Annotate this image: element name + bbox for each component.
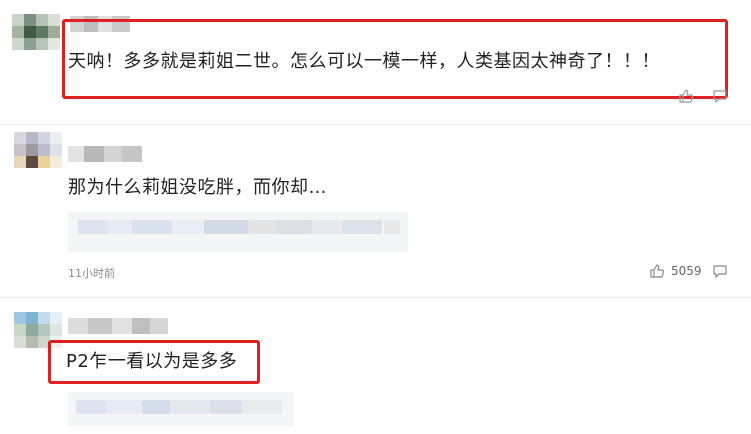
comment-icon[interactable]: [712, 263, 728, 279]
avatar[interactable]: [14, 132, 62, 178]
comment-icon[interactable]: [712, 88, 728, 104]
comment-text: P2乍一看以为是多多: [66, 351, 238, 372]
divider: [0, 297, 751, 298]
thumbs-up-icon: [649, 263, 665, 279]
timestamp: 11小时前: [68, 267, 115, 280]
thumbs-up-icon: [679, 89, 694, 103]
divider: [0, 124, 751, 125]
username[interactable]: [68, 318, 168, 334]
like-button[interactable]: [678, 88, 694, 104]
like-button[interactable]: 5059: [649, 263, 702, 279]
reply-preview[interactable]: [68, 212, 408, 252]
reply-preview[interactable]: [68, 392, 294, 426]
comment-text: 那为什么莉姐没吃胖，而你却…: [68, 177, 327, 198]
comment-text: 天呐！多多就是莉姐二世。怎么可以一模一样，人类基因太神奇了！！！: [68, 51, 660, 72]
like-count: 5059: [671, 264, 702, 278]
username[interactable]: [68, 146, 142, 162]
avatar[interactable]: [12, 14, 60, 60]
